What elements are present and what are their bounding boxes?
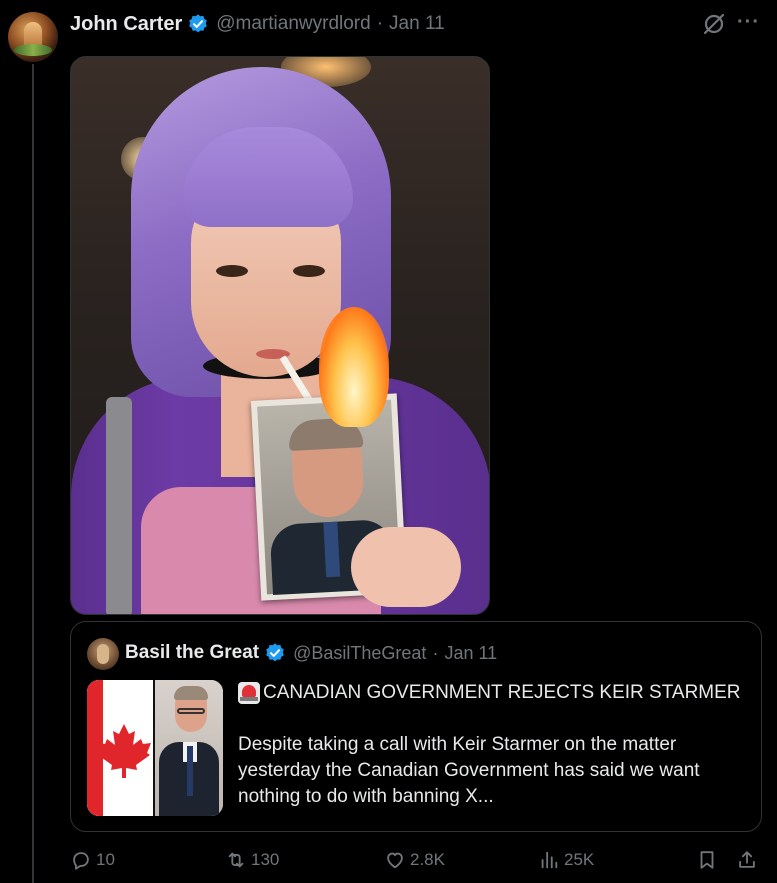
like-count: 2.8K <box>410 850 445 869</box>
quoted-post-header: Basil the Great @BasilTheGreat · Jan 11 <box>125 640 497 666</box>
author-handle[interactable]: @martianwyrdlord <box>216 13 370 35</box>
views-button[interactable]: 25K <box>538 845 594 875</box>
post-date[interactable]: Jan 11 <box>389 13 445 35</box>
author-avatar[interactable] <box>8 12 58 62</box>
siren-icon <box>238 682 260 704</box>
quoted-author-handle: @BasilTheGreat <box>293 642 427 663</box>
like-button[interactable]: 2.8K <box>384 845 445 875</box>
grok-icon[interactable] <box>701 11 727 37</box>
canadian-flag <box>87 680 153 816</box>
more-icon[interactable]: ··· <box>737 12 763 36</box>
bookmark-button[interactable] <box>696 845 722 875</box>
share-button[interactable] <box>736 845 762 875</box>
thread-line <box>32 64 34 883</box>
quoted-post-text: CANADIAN GOVERNMENT REJECTS KEIR STARMER… <box>238 680 748 810</box>
verified-badge-icon[interactable] <box>187 13 209 35</box>
quoted-post-title: CANADIAN GOVERNMENT REJECTS KEIR STARMER <box>263 682 741 703</box>
post-header: John Carter @martianwyrdlord · Jan 11 <box>70 11 445 37</box>
quoted-post-body: Despite taking a call with Keir Starmer … <box>238 734 700 807</box>
avatar-leaves <box>14 44 52 56</box>
heart-icon <box>387 852 403 869</box>
repost-count: 130 <box>251 850 280 869</box>
quoted-post[interactable]: Basil the Great @BasilTheGreat · Jan 11 … <box>70 621 762 832</box>
repost-button[interactable]: 130 <box>225 845 279 875</box>
bookmark-icon <box>700 851 714 869</box>
quoted-author-avatar[interactable] <box>87 638 119 670</box>
action-bar: 10 130 2.8K 25K <box>70 845 770 875</box>
share-icon <box>739 851 755 868</box>
verified-badge-icon <box>266 643 284 662</box>
separator-dot: · <box>376 13 384 34</box>
views-icon <box>541 851 558 869</box>
reply-count: 10 <box>96 850 115 869</box>
flame <box>319 307 389 427</box>
quoted-post-date: Jan 11 <box>444 642 498 663</box>
repost-icon <box>228 852 244 868</box>
separator-dot: · <box>432 642 439 663</box>
quoted-post-thumbnail <box>87 680 223 816</box>
quoted-post-title-line: CANADIAN GOVERNMENT REJECTS KEIR STARMER <box>238 680 748 706</box>
post-image[interactable] <box>70 56 490 615</box>
reply-icon <box>73 852 89 870</box>
views-count: 25K <box>564 850 595 869</box>
quoted-author-name: Basil the Great <box>125 642 260 663</box>
reply-button[interactable]: 10 <box>70 845 115 875</box>
starmer-photo <box>155 680 223 816</box>
author-name[interactable]: John Carter <box>70 13 182 36</box>
